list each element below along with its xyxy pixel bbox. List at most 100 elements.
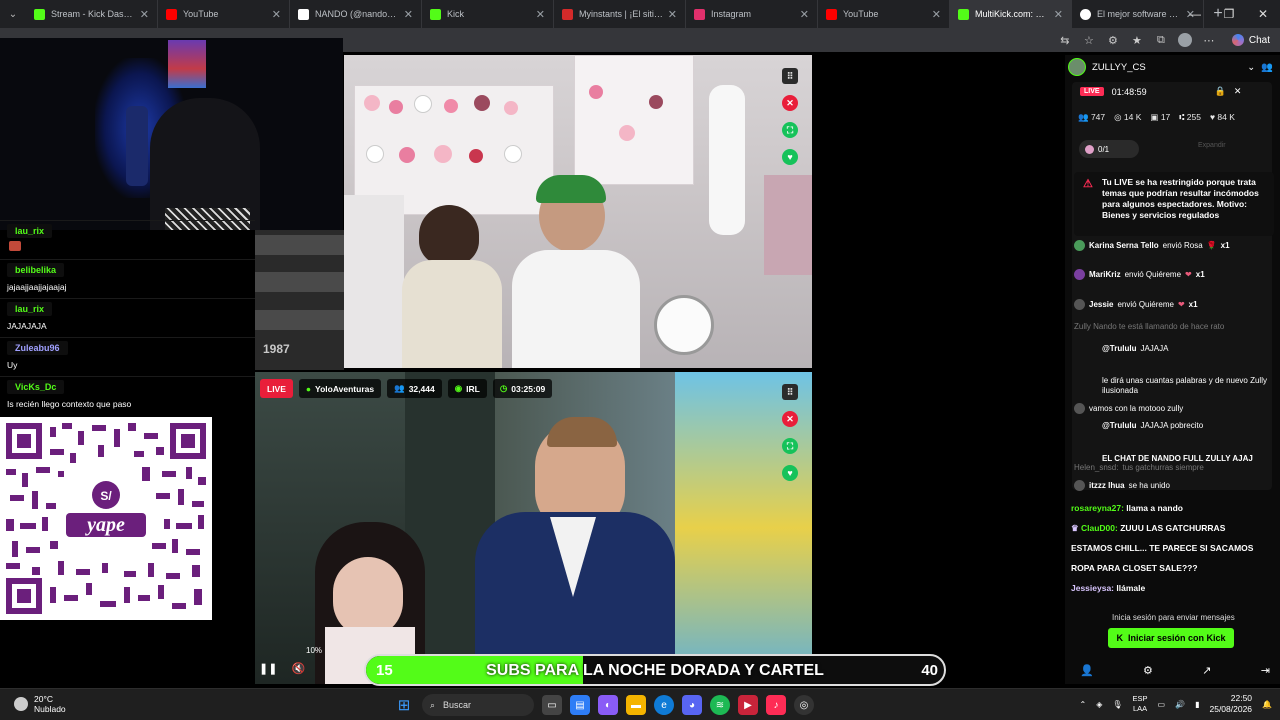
- mute-icon[interactable]: 🔇: [291, 662, 305, 675]
- gaming-chair: [344, 195, 404, 368]
- close-icon[interactable]: ✕: [140, 8, 149, 21]
- login-with-kick-button[interactable]: K Iniciar sesión con Kick: [1108, 628, 1234, 648]
- uptime: ◷ 03:25:09: [492, 379, 553, 398]
- pause-icon[interactable]: ❚❚: [259, 662, 277, 675]
- profile-avatar[interactable]: [1177, 33, 1192, 47]
- language-indicator[interactable]: ESP LAA: [1133, 694, 1148, 714]
- close-icon[interactable]: ✕: [668, 8, 677, 21]
- heart-icon[interactable]: ♥: [782, 149, 798, 165]
- tab-instagram[interactable]: Instagram ✕: [686, 0, 818, 28]
- desk-fan: [654, 295, 714, 355]
- user-icon: ●: [305, 383, 312, 394]
- drag-handle-icon[interactable]: ⠿: [782, 384, 798, 400]
- chat-username: lau_rix: [7, 224, 53, 238]
- close-icon[interactable]: ✕: [932, 8, 941, 21]
- app-icon[interactable]: ▶: [738, 695, 758, 715]
- add-user-icon[interactable]: 👤: [1080, 664, 1094, 677]
- translate-icon[interactable]: ⇆: [1058, 34, 1072, 47]
- minimize-icon[interactable]: —: [1178, 0, 1212, 28]
- chat-message: lau_rix JAJAJAJA: [0, 298, 255, 337]
- collections-icon[interactable]: ⧉: [1154, 34, 1168, 47]
- tray-app-icon[interactable]: ◈: [1096, 700, 1102, 709]
- volume-icon[interactable]: 🔊: [1175, 700, 1185, 709]
- emote-icon: [9, 241, 21, 251]
- weather-widget[interactable]: 20°C Nublado: [14, 694, 66, 714]
- chat-username: Zuleabu96: [7, 341, 68, 355]
- tab-kick[interactable]: Kick ✕: [422, 0, 554, 28]
- bookmark-star-icon[interactable]: ☆: [1082, 34, 1096, 47]
- edge-icon[interactable]: e: [654, 695, 674, 715]
- streamer-name: ZULLYY_CS: [1092, 61, 1146, 73]
- taskbar-search[interactable]: ⌕ Buscar: [422, 694, 534, 716]
- stream-video-bottom[interactable]: [255, 372, 812, 684]
- close-stream-icon[interactable]: ✕: [782, 95, 798, 111]
- chat-username: lau_rix: [7, 302, 53, 316]
- more-icon[interactable]: ⋯: [1202, 34, 1216, 47]
- notifications-icon[interactable]: 🔔: [1262, 700, 1272, 709]
- player-controls: ❚❚ 🔇: [259, 662, 305, 675]
- logout-icon[interactable]: ⇥: [1261, 664, 1270, 677]
- channel-name[interactable]: ● YoloAventuras: [298, 379, 382, 398]
- heart-gift-icon: ❤: [1177, 300, 1185, 309]
- chevron-down-icon[interactable]: ⌄: [1247, 62, 1255, 73]
- close-icon[interactable]: ✕: [272, 8, 281, 21]
- search-icon: ⌕: [430, 699, 436, 710]
- tab-youtube[interactable]: YouTube ✕: [158, 0, 290, 28]
- comment: le dirá unas cuantas palabras y de nuevo…: [1102, 376, 1267, 395]
- clock[interactable]: 22:50 25/08/2026: [1209, 693, 1252, 715]
- restriction-warning: ⚠ Tu LIVE se ha restringido porque trata…: [1074, 172, 1274, 236]
- tab-youtube-2[interactable]: YouTube ✕: [818, 0, 950, 28]
- expand-link[interactable]: Expandir: [1198, 142, 1226, 149]
- stream-stats-bar: LIVE ● YoloAventuras 👥 32,444 ◉ IRL ◷ 03:25:…: [260, 379, 553, 398]
- tab-multikick[interactable]: MultiKick.com: Wat ✕: [950, 0, 1072, 28]
- rose-icon: 🌹: [1206, 241, 1217, 250]
- tab-search-button[interactable]: ⌄: [0, 0, 26, 28]
- category-icon: ◉: [454, 383, 463, 393]
- close-icon[interactable]: ✕: [1234, 86, 1242, 97]
- expand-icon[interactable]: ⛶: [782, 438, 798, 454]
- viewer-count: 👥 32,444: [387, 379, 442, 398]
- tab-myinstants[interactable]: Myinstants | ¡El sitio web✕: [554, 0, 686, 28]
- tiktok-icon[interactable]: ♪: [766, 695, 786, 715]
- popout-icon[interactable]: ↗: [1202, 664, 1211, 677]
- stream-video-top[interactable]: [344, 55, 812, 368]
- copilot-app-icon[interactable]: ◐: [598, 695, 618, 715]
- chevron-up-icon[interactable]: ⌃: [1080, 700, 1087, 709]
- gift-message: Karina Serna Tello envió Rosa 🌹 x1: [1074, 240, 1230, 251]
- task-view-icon[interactable]: ▭: [542, 695, 562, 715]
- file-explorer-icon[interactable]: ▬: [626, 695, 646, 715]
- favorites-icon[interactable]: ★: [1130, 34, 1144, 47]
- close-window-icon[interactable]: ✕: [1246, 0, 1280, 28]
- notepad-icon[interactable]: ▤: [570, 695, 590, 715]
- close-icon[interactable]: ✕: [536, 8, 545, 21]
- discord-icon[interactable]: ◕: [682, 695, 702, 715]
- tab-tiktok[interactable]: NANDO (@nandoweed ✕: [290, 0, 422, 28]
- chat-username: VicKs_Dc: [7, 380, 65, 394]
- users-icon[interactable]: 👥: [1261, 62, 1273, 73]
- copilot-chat-button[interactable]: Chat: [1231, 34, 1270, 46]
- close-icon[interactable]: ✕: [800, 8, 809, 21]
- network-icon[interactable]: ▭: [1158, 700, 1166, 709]
- spotify-icon[interactable]: ≋: [710, 695, 730, 715]
- close-icon[interactable]: ✕: [404, 8, 413, 21]
- chat-text: JAJAJAJA: [7, 321, 47, 331]
- gift-goal[interactable]: 0/1: [1079, 140, 1139, 158]
- expand-icon[interactable]: ⛶: [782, 122, 798, 138]
- settings-icon[interactable]: ⚙: [1143, 664, 1153, 677]
- tab-kick-dashboard[interactable]: Stream - Kick Dashboard✕: [26, 0, 158, 28]
- category-tag[interactable]: ◉ IRL: [447, 379, 487, 398]
- maximize-icon[interactable]: ❐: [1212, 0, 1246, 28]
- heart-icon[interactable]: ♥: [782, 465, 798, 481]
- drag-handle-icon[interactable]: ⠿: [782, 68, 798, 84]
- chat-text: Is recién llego contexto que paso: [7, 399, 132, 409]
- kick-chat-message: ♛ ClauD00: ZUUU LAS GATCHURRAS: [1071, 523, 1226, 533]
- battery-icon[interactable]: ▮: [1195, 700, 1199, 709]
- kick-chat-message: rosareyna27: llama a nando: [1071, 503, 1183, 513]
- lock-icon[interactable]: 🔒: [1215, 86, 1226, 97]
- obs-icon[interactable]: ◎: [794, 695, 814, 715]
- microphone-icon[interactable]: 🎙: [1112, 700, 1122, 709]
- close-icon[interactable]: ✕: [1054, 8, 1063, 21]
- close-stream-icon[interactable]: ✕: [782, 411, 798, 427]
- windows-start-icon[interactable]: ⊞: [394, 695, 414, 715]
- extension-icon[interactable]: ⚙: [1106, 34, 1120, 47]
